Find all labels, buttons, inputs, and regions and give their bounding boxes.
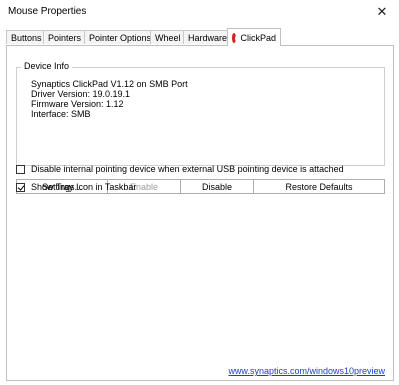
tab-strip: Buttons Pointers Pointer Options Wheel H… [6,28,398,46]
synaptics-link[interactable]: www.synaptics.com/windows10preview [228,366,385,376]
tab-label: Hardware [188,32,228,43]
tab-label: Wheel [155,32,181,43]
tab-buttons[interactable]: Buttons [6,30,44,44]
tab-pointers[interactable]: Pointers [43,30,85,44]
restore-defaults-button[interactable]: Restore Defaults [254,180,384,193]
device-name: Synaptics ClickPad V1.12 on SMB Port [31,79,188,89]
disable-internal-option[interactable]: Disable internal pointing device when ex… [16,164,344,174]
tab-label: Pointer Options [89,32,152,43]
tab-wheel[interactable]: Wheel [150,30,184,44]
title-bar: Mouse Properties ✕ [0,0,399,24]
device-info-group: Device Info Synaptics ClickPad V1.12 on … [16,61,385,166]
window-title: Mouse Properties [8,6,87,17]
firmware-version: Firmware Version: 1.12 [31,99,124,109]
show-tray-checkbox[interactable] [16,182,25,192]
clickpad-panel: Device Info Synaptics ClickPad V1.12 on … [6,45,394,381]
tab-label: ClickPad [240,32,276,43]
close-icon[interactable]: ✕ [365,0,399,24]
disable-button[interactable]: Disable [181,180,254,193]
show-tray-option[interactable]: Show Tray Icon in Taskbar [16,182,136,192]
disable-internal-checkbox[interactable] [16,164,25,174]
tab-hardware[interactable]: Hardware [183,30,228,44]
tab-label: Pointers [48,32,82,43]
mouse-properties-window: Mouse Properties ✕ Buttons Pointers Poin… [0,0,400,386]
tab-pointer-options[interactable]: Pointer Options [84,30,151,44]
driver-version: Driver Version: 19.0.19.1 [31,89,131,99]
device-info-legend: Device Info [21,61,73,71]
clickpad-logo-icon [232,32,243,43]
tab-clickpad[interactable]: ClickPad [227,28,281,46]
disable-internal-label: Disable internal pointing device when ex… [31,164,344,174]
interface: Interface: SMB [31,109,91,119]
show-tray-label: Show Tray Icon in Taskbar [31,182,137,192]
tab-label: Buttons [11,32,42,43]
